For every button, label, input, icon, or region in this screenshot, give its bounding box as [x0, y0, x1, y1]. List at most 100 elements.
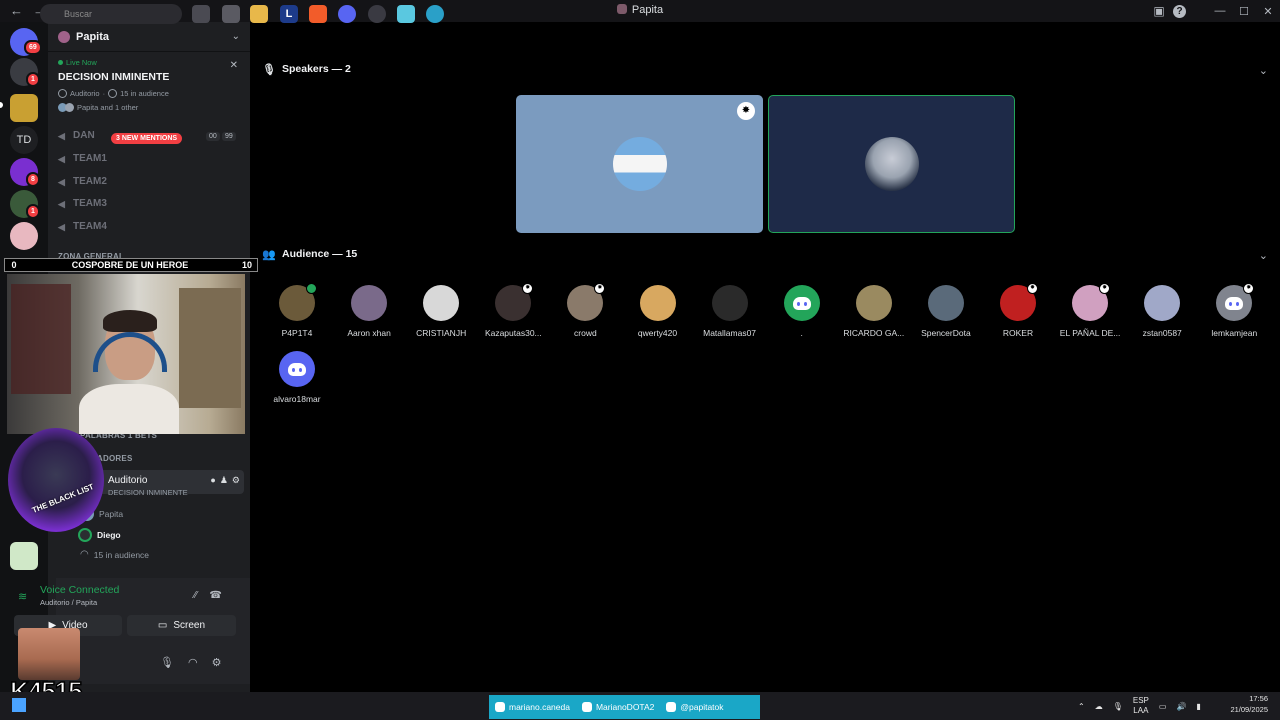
audience-member[interactable]: ✸ lemkamjean [1199, 283, 1269, 338]
audience-member[interactable]: ✸ Kazaputas30... [478, 283, 548, 338]
server-icon-2[interactable] [10, 94, 38, 122]
speakers-header: 🎙 Speakers — 2 [262, 63, 351, 76]
black-list-logo: THE BLACK LIST [8, 428, 104, 532]
close-window-button[interactable]: ✕ [1256, 5, 1280, 18]
server-header[interactable]: Papita ⌄ [48, 22, 250, 52]
channel-item[interactable]: ◀ TEAM4 [58, 221, 107, 232]
language-indicator[interactable]: ESP LAA [1133, 696, 1149, 716]
new-mentions-pill[interactable]: 3 NEW MENTIONS [111, 133, 183, 144]
gear-icon[interactable]: ⚙ [212, 656, 222, 669]
voice-status[interactable]: Voice Connected [40, 584, 119, 596]
app-icon[interactable] [222, 5, 240, 23]
brave-browser-icon[interactable] [309, 5, 327, 23]
server-icon-6[interactable] [10, 542, 38, 570]
channel-label: TEAM3 [73, 198, 107, 209]
volume-icon[interactable]: 🔊 [1176, 702, 1186, 711]
taskbar-clock[interactable]: 17:56 21/09/2025 [1230, 693, 1268, 715]
discord-logo-icon [288, 362, 306, 376]
network-icon[interactable]: ▭ [1159, 702, 1167, 711]
server-badge-3: 8 [26, 172, 40, 187]
audience-member[interactable]: Aaron xhan [334, 285, 404, 338]
speaker-tile[interactable] [768, 95, 1015, 233]
avatar [1144, 285, 1181, 321]
inbox-icon[interactable]: ▣ [1152, 4, 1166, 18]
tiktok-link: @papitatok [660, 702, 729, 712]
help-icon[interactable]: ? [1173, 4, 1186, 18]
moderator-icon: ✸ [522, 283, 534, 294]
channel-item[interactable]: ◀ DAN [58, 130, 95, 141]
webcam-overlay [7, 274, 245, 434]
audience-member[interactable]: ✸ ROKER [983, 283, 1053, 338]
taskbar-search[interactable]: Buscar [40, 4, 182, 24]
chevron-down-icon[interactable]: ⌄ [1259, 64, 1268, 77]
audience-member[interactable]: CRISTIANJH [406, 285, 476, 338]
banner-text: COSPOBRE DE UN HEROE [71, 260, 189, 270]
audience-member[interactable]: RICARDO GA... [839, 285, 909, 338]
app-l-icon[interactable]: L [280, 5, 298, 23]
chevron-down-icon[interactable]: ⌄ [232, 31, 240, 42]
speaker-tile[interactable]: ✸ [516, 95, 763, 233]
audience-member[interactable]: Matallamas07 [695, 285, 765, 338]
stage-audience-count: 15 in audience [120, 89, 169, 98]
app-icon[interactable] [368, 5, 386, 23]
microphone-icon[interactable]: 🎙 [1113, 702, 1123, 711]
lang-top: ESP [1132, 696, 1149, 705]
stage-member[interactable]: Diego [78, 528, 121, 542]
discord-logo-icon [792, 296, 811, 310]
audience-member[interactable]: qwerty420 [623, 285, 693, 338]
logo-text: THE BLACK LIST [30, 482, 96, 515]
live-stage-card[interactable]: Live Now ✕ DECISION INMINENTE Auditorio … [48, 52, 250, 112]
audience-member-name: P4P1T4 [281, 328, 313, 338]
chat-icon[interactable]: ● [210, 475, 215, 486]
microphone-icon[interactable]: 🎙 [160, 656, 174, 669]
avatar [78, 528, 92, 542]
chevron-down-icon[interactable]: ⌄ [1259, 249, 1268, 262]
signal-icon[interactable]: ≋ [18, 590, 27, 603]
voice-location[interactable]: Auditorio / Papita [40, 598, 97, 607]
maximize-button[interactable]: ☐ [1232, 5, 1256, 18]
headphones-icon: ◠ [80, 549, 89, 560]
audience-member[interactable]: SpencerDota [911, 285, 981, 338]
close-icon[interactable]: ✕ [230, 60, 238, 71]
noise-suppression-icon[interactable]: ⁄⁄ [194, 590, 197, 601]
banner-right: 10 [241, 260, 252, 270]
notepad-icon[interactable] [397, 5, 415, 23]
browser-icon[interactable] [426, 5, 444, 23]
banner-left: 0 [11, 260, 17, 270]
server-icon-5[interactable] [10, 222, 38, 250]
audience-member[interactable]: alvaro18mar [262, 351, 332, 404]
stage-channel-icon [58, 89, 67, 98]
invite-icon[interactable]: ♟ [220, 475, 228, 486]
avatar [927, 285, 964, 321]
minimize-button[interactable]: — [1208, 5, 1232, 17]
channel-item[interactable]: ◀ TEAM2 [58, 176, 107, 187]
onedrive-icon[interactable]: ☁ [1095, 702, 1103, 711]
gear-icon[interactable]: ⚙ [232, 475, 240, 486]
audience-member[interactable]: P4P1T4 [262, 283, 332, 338]
audience-member[interactable]: . [767, 285, 837, 338]
audience-member[interactable]: ✸ EL PAÑAL DE... [1055, 283, 1125, 338]
server-icon-td[interactable]: TD [10, 126, 38, 154]
chevron-up-icon[interactable]: ⌃ [1078, 702, 1085, 711]
instagram-link: mariano.caneda [489, 702, 576, 712]
audience-header: 👥 Audience — 15 [262, 248, 357, 261]
file-explorer-icon[interactable] [250, 5, 268, 23]
screen-share-button[interactable]: ▭ Screen [127, 615, 236, 636]
screen-icon: ▭ [157, 620, 168, 631]
discord-icon[interactable] [338, 5, 356, 23]
avatar [279, 283, 317, 321]
audience-member[interactable]: ✸ crowd [550, 283, 620, 338]
channel-item[interactable]: ◀ TEAM3 [58, 198, 107, 209]
server-header-icon [58, 30, 70, 43]
channel-item[interactable]: ◀ TEAM1 [58, 153, 107, 164]
task-view-icon[interactable] [192, 5, 210, 23]
channel-label: TEAM4 [73, 221, 107, 232]
battery-icon[interactable]: ▮ [1196, 702, 1200, 711]
server-icon [616, 4, 627, 14]
moderator-icon: ✸ [737, 102, 755, 120]
social-label: mariano.caneda [509, 702, 570, 712]
audience-member[interactable]: zstan0587 [1127, 285, 1197, 338]
windows-start-icon[interactable] [12, 698, 26, 712]
disconnect-icon[interactable]: ☎ [209, 590, 221, 601]
headphones-icon[interactable]: ◠ [188, 656, 198, 669]
